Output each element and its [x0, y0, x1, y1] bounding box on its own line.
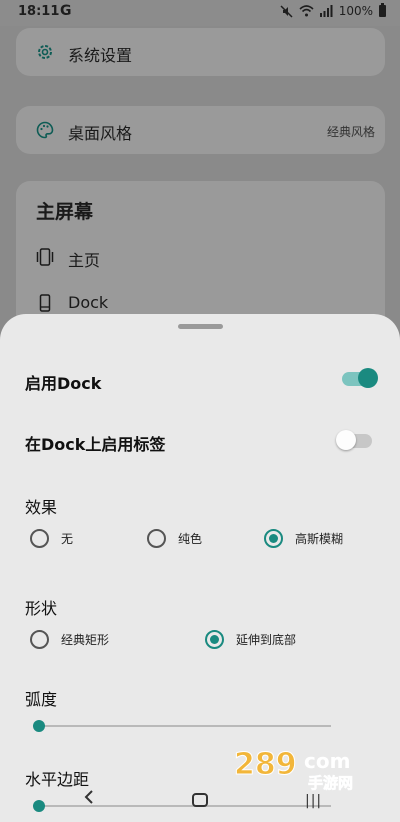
effect-blur-label: 高斯模糊 — [295, 532, 344, 546]
sheet-drag-handle[interactable] — [178, 324, 223, 329]
system-settings-row[interactable]: 系统设置 — [16, 28, 385, 76]
watermark-logo: 289 com 手游网 — [234, 747, 354, 793]
home-screen-title: 主屏幕 — [36, 201, 94, 223]
effect-blur-radio[interactable]: 高斯模糊 — [264, 529, 343, 548]
radius-title: 弧度 — [25, 690, 58, 709]
watermark-sub: 手游网 — [308, 774, 353, 792]
shape-extend-label: 延伸到底部 — [236, 633, 297, 647]
effect-title: 效果 — [25, 498, 58, 517]
desktop-style-label: 桌面风格 — [68, 124, 133, 143]
slider-thumb[interactable] — [33, 720, 45, 732]
google-icon: G — [60, 3, 72, 19]
effect-solid-radio[interactable]: 纯色 — [147, 529, 202, 548]
radius-slider[interactable] — [33, 720, 331, 732]
toggle-knob — [336, 430, 356, 450]
phone-pages-icon — [36, 248, 54, 266]
back-icon[interactable] — [82, 790, 96, 804]
phone-icon — [39, 294, 51, 312]
battery-percent: 100% — [338, 4, 373, 18]
radio-circle — [30, 630, 49, 649]
recent-apps-icon[interactable]: ||| — [305, 793, 322, 809]
home-icon[interactable] — [192, 793, 208, 807]
toggle-knob — [358, 368, 378, 388]
shape-extend-radio[interactable]: 延伸到底部 — [205, 630, 296, 649]
status-bar: 18:11 G 100% — [0, 0, 400, 26]
radio-circle — [264, 529, 283, 548]
desktop-style-row[interactable]: 桌面风格 经典风格 — [16, 106, 385, 154]
radio-circle — [30, 529, 49, 548]
dock-label: Dock — [68, 293, 109, 312]
effect-none-radio[interactable]: 无 — [30, 529, 73, 548]
effect-solid-label: 纯色 — [178, 532, 203, 546]
radio-circle — [205, 630, 224, 649]
enable-dock-toggle[interactable] — [342, 368, 378, 388]
radio-circle — [147, 529, 166, 548]
status-icons: 100% — [280, 3, 386, 18]
enable-dock-label: 启用Dock — [25, 374, 102, 393]
desktop-style-value: 经典风格 — [326, 125, 375, 139]
gear-icon — [38, 45, 52, 59]
shape-classic-radio[interactable]: 经典矩形 — [30, 630, 109, 649]
dock-labels-label: 在Dock上启用标签 — [25, 435, 166, 454]
battery-icon — [379, 3, 386, 17]
wifi-icon — [299, 5, 314, 17]
shape-title: 形状 — [25, 599, 58, 618]
mute-icon — [280, 4, 293, 18]
status-time: 18:11 — [18, 4, 60, 19]
shape-classic-label: 经典矩形 — [61, 633, 110, 647]
effect-none-label: 无 — [61, 532, 74, 546]
palette-icon — [36, 121, 54, 139]
home-page-label: 主页 — [68, 251, 101, 270]
system-settings-label: 系统设置 — [68, 46, 133, 65]
dock-labels-toggle[interactable] — [336, 430, 372, 450]
watermark-number: 289 — [234, 747, 297, 782]
signal-icon — [319, 5, 333, 17]
watermark-suffix: com — [304, 749, 350, 773]
